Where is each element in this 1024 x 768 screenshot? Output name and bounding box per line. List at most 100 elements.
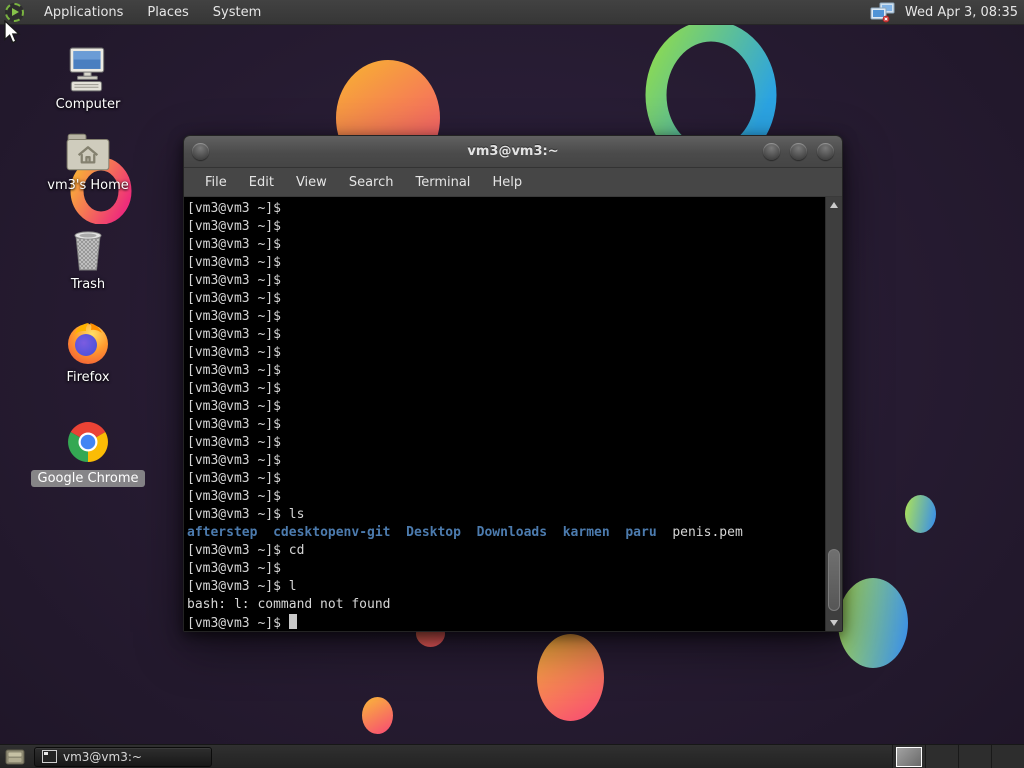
terminal-cursor [288, 614, 297, 629]
terminal-line: bash: l: command not found [187, 596, 820, 614]
terminal-line: [vm3@vm3 ~]$ [187, 362, 820, 380]
distro-menu-icon[interactable] [5, 2, 24, 22]
workspace-1[interactable] [892, 745, 925, 768]
terminal-line: [vm3@vm3 ~]$ [187, 560, 820, 578]
terminal-text: [vm3@vm3 ~]$ [187, 561, 281, 576]
icon-label-chrome: Google Chrome [30, 470, 146, 487]
maximize-button[interactable] [790, 143, 807, 160]
icon-label-firefox: Firefox [66, 370, 110, 385]
terminal-text: [vm3@vm3 ~]$ [187, 616, 289, 631]
terminal-text: [vm3@vm3 ~]$ [187, 453, 281, 468]
scroll-up-icon[interactable] [830, 202, 838, 208]
terminal-text: [vm3@vm3 ~]$ [187, 309, 281, 324]
terminal-text: penis.pem [672, 525, 743, 540]
menu-places[interactable]: Places [135, 0, 200, 25]
terminal-line: [vm3@vm3 ~]$ [187, 254, 820, 272]
terminal-line: [vm3@vm3 ~]$ [187, 398, 820, 416]
terminal-line: [vm3@vm3 ~]$ [187, 470, 820, 488]
workspace-switcher [892, 745, 1024, 768]
terminal-text: [vm3@vm3 ~]$ [187, 201, 281, 216]
close-button[interactable] [817, 143, 834, 160]
terminal-line: [vm3@vm3 ~]$ [187, 614, 820, 631]
terminal-text: [vm3@vm3 ~]$ [187, 345, 281, 360]
menu-edit[interactable]: Edit [238, 175, 285, 190]
terminal-titlebar[interactable]: vm3@vm3:~ [184, 136, 842, 168]
wallpaper-orange-blob-bottom [537, 634, 604, 721]
terminal-text: [vm3@vm3 ~]$ [187, 327, 281, 342]
terminal-line: [vm3@vm3 ~]$ [187, 200, 820, 218]
menu-help[interactable]: Help [481, 175, 533, 190]
scrollbar-thumb[interactable] [828, 549, 840, 611]
icon-label-home: vm3's Home [47, 178, 129, 193]
minimize-button[interactable] [763, 143, 780, 160]
terminal-line: [vm3@vm3 ~]$ [187, 488, 820, 506]
terminal-line: [vm3@vm3 ~]$ [187, 326, 820, 344]
terminal-text: [vm3@vm3 ~]$ [187, 255, 281, 270]
terminal-scrollbar[interactable] [825, 197, 842, 631]
terminal-line: [vm3@vm3 ~]$ [187, 290, 820, 308]
desktop-icon-computer[interactable]: Computer [36, 47, 140, 112]
desktop-icon-firefox[interactable]: Firefox [36, 320, 140, 385]
terminal-text: [vm3@vm3 ~]$ [187, 399, 281, 414]
directory-name: Desktop [406, 525, 461, 540]
network-monitors-icon[interactable] [869, 2, 896, 23]
wallpaper-teal-blob-big [838, 578, 908, 668]
scroll-down-icon[interactable] [830, 620, 838, 626]
top-panel: Applications Places System Wed Apr 3, 08… [0, 0, 1024, 25]
terminal-line: [vm3@vm3 ~]$ [187, 380, 820, 398]
directory-name: paru [625, 525, 657, 540]
terminal-text: [vm3@vm3 ~]$ [187, 489, 281, 504]
terminal-text: [vm3@vm3 ~]$ ls [187, 507, 305, 522]
menu-terminal[interactable]: Terminal [404, 175, 481, 190]
terminal-content[interactable]: [vm3@vm3 ~]$ [vm3@vm3 ~]$ [vm3@vm3 ~]$ [vm3… [184, 197, 842, 631]
clock[interactable]: Wed Apr 3, 08:35 [900, 5, 1024, 20]
terminal-line: [vm3@vm3 ~]$ [187, 308, 820, 326]
directory-name: cdesktopenv-git [273, 525, 391, 540]
terminal-text: [vm3@vm3 ~]$ l [187, 579, 297, 594]
wallpaper-orange-blob-small [362, 697, 393, 734]
drawer-icon[interactable] [4, 747, 26, 767]
terminal-line: [vm3@vm3 ~]$ cd [187, 542, 820, 560]
menu-system[interactable]: System [201, 0, 273, 25]
terminal-text: [vm3@vm3 ~]$ [187, 471, 281, 486]
menu-search[interactable]: Search [338, 175, 405, 190]
desktop-icon-chrome[interactable]: Google Chrome [30, 420, 146, 487]
desktop: Applications Places System Wed Apr 3, 08… [0, 0, 1024, 768]
desktop-icon-home[interactable]: vm3's Home [36, 128, 140, 193]
workspace-4[interactable] [991, 745, 1024, 768]
terminal-window: vm3@vm3:~ File Edit View Search Terminal… [183, 135, 843, 632]
terminal-line: [vm3@vm3 ~]$ [187, 416, 820, 434]
active-workspace-indicator [896, 747, 922, 767]
terminal-line: [vm3@vm3 ~]$ [187, 272, 820, 290]
taskbar-window-label: vm3@vm3:~ [63, 749, 142, 764]
icon-label-computer: Computer [55, 97, 121, 112]
computer-icon [62, 47, 114, 93]
workspace-3[interactable] [958, 745, 991, 768]
terminal-line: [vm3@vm3 ~]$ l [187, 578, 820, 596]
terminal-line: [vm3@vm3 ~]$ [187, 434, 820, 452]
terminal-line: [vm3@vm3 ~]$ [187, 236, 820, 254]
terminal-text: [vm3@vm3 ~]$ [187, 381, 281, 396]
taskbar-window-button[interactable]: vm3@vm3:~ [34, 746, 212, 767]
menu-file[interactable]: File [194, 175, 238, 190]
directory-name: Downloads [476, 525, 548, 540]
home-folder-icon [63, 128, 113, 174]
workspace-2[interactable] [925, 745, 958, 768]
terminal-line: [vm3@vm3 ~]$ [187, 344, 820, 362]
window-title: vm3@vm3:~ [467, 144, 559, 159]
terminal-line: afterstep cdesktopenv-git Desktop Downlo… [187, 524, 820, 542]
terminal-text: [vm3@vm3 ~]$ cd [187, 543, 305, 558]
terminal-text: [vm3@vm3 ~]$ [187, 435, 281, 450]
directory-name: karmen [562, 525, 610, 540]
menu-applications[interactable]: Applications [32, 0, 135, 25]
menu-view[interactable]: View [285, 175, 338, 190]
icon-label-trash: Trash [70, 277, 106, 292]
desktop-icon-trash[interactable]: Trash [36, 227, 140, 292]
wallpaper-teal-blob-small [905, 495, 936, 533]
terminal-text: [vm3@vm3 ~]$ [187, 273, 281, 288]
trash-icon [64, 227, 112, 273]
